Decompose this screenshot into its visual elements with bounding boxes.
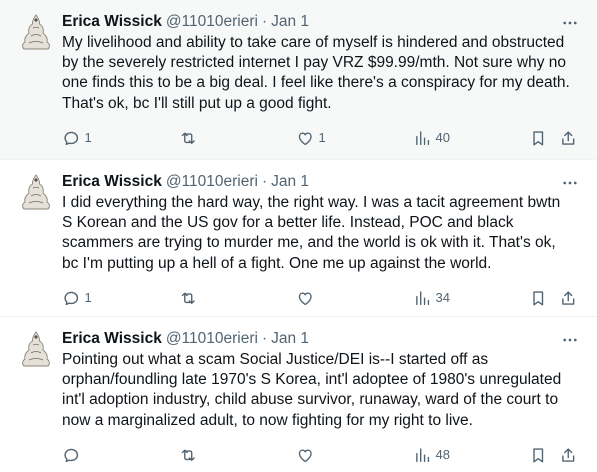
repost-button[interactable]	[179, 286, 202, 310]
tweet-text: My livelihood and ability to take care o…	[62, 34, 570, 112]
tweet-body: Erica Wissick @11010erieri · Jan 1 Point…	[62, 317, 597, 472]
author-name[interactable]: Erica Wissick	[62, 329, 162, 349]
tweet-date[interactable]: Jan 1	[271, 329, 309, 349]
share-button[interactable]	[559, 286, 578, 310]
views-bar-icon	[416, 447, 430, 462]
views-button[interactable]: 40	[413, 126, 450, 150]
tweet-actions: 1 34	[62, 286, 579, 310]
separator-dot: ·	[261, 173, 268, 190]
separator-dot: ·	[261, 13, 268, 30]
share-icon	[562, 447, 575, 462]
author-handle[interactable]: @11010erieri	[166, 329, 258, 349]
tweet-date[interactable]: Jan 1	[271, 12, 309, 32]
bookmark-icon	[533, 447, 544, 463]
tweet-body: Erica Wissick @11010erieri · Jan 1 My li…	[62, 0, 597, 159]
views-bar-icon	[416, 130, 430, 145]
bookmark-button[interactable]	[529, 126, 548, 150]
tweet-card[interactable]: Erica Wissick @11010erieri · Jan 1 I did…	[0, 160, 597, 317]
bookmark-button[interactable]	[529, 443, 548, 467]
tweet-text: I did everything the hard way, the right…	[62, 194, 561, 272]
tweet-body: Erica Wissick @11010erieri · Jan 1 I did…	[62, 160, 597, 316]
tweet-actions: 48	[62, 443, 579, 467]
bookmark-icon	[533, 130, 544, 146]
views-button[interactable]: 48	[413, 443, 450, 467]
reply-count: 1	[84, 290, 92, 306]
more-dots-icon[interactable]	[561, 331, 579, 349]
bookmark-button[interactable]	[529, 286, 548, 310]
tweet-feed: Erica Wissick @11010erieri · Jan 1 My li…	[0, 0, 597, 472]
repost-icon	[181, 449, 195, 461]
tweet-card[interactable]: Erica Wissick @11010erieri · Jan 1 My li…	[0, 0, 597, 160]
tweet-header: Erica Wissick @11010erieri · Jan 1	[62, 329, 579, 349]
author-name[interactable]: Erica Wissick	[62, 172, 162, 192]
like-button[interactable]	[296, 286, 319, 310]
like-button[interactable]	[296, 443, 319, 467]
avatar[interactable]	[18, 12, 54, 52]
heart-icon	[298, 132, 312, 145]
view-count: 34	[435, 290, 450, 306]
avatar[interactable]	[18, 172, 54, 212]
author-handle[interactable]: @11010erieri	[166, 172, 258, 192]
reply-icon	[64, 291, 79, 305]
tweet-header: Erica Wissick @11010erieri · Jan 1	[62, 12, 579, 32]
repost-button[interactable]	[179, 443, 202, 467]
author-name[interactable]: Erica Wissick	[62, 12, 162, 32]
more-dots-icon[interactable]	[561, 174, 579, 192]
tweet-header: Erica Wissick @11010erieri · Jan 1	[62, 172, 579, 192]
bookmark-icon	[533, 290, 544, 306]
repost-icon	[181, 132, 195, 144]
reply-button[interactable]	[62, 443, 85, 467]
reply-count: 1	[84, 130, 92, 146]
heart-icon	[298, 292, 312, 305]
like-count: 1	[318, 130, 326, 146]
repost-icon	[181, 292, 195, 304]
reply-button[interactable]: 1	[62, 126, 92, 150]
share-icon	[562, 290, 575, 305]
reply-icon	[64, 131, 79, 145]
share-icon	[562, 130, 575, 145]
author-handle[interactable]: @11010erieri	[166, 12, 258, 32]
view-count: 40	[435, 130, 450, 146]
repost-button[interactable]	[179, 126, 202, 150]
avatar-column	[0, 317, 62, 472]
view-count: 48	[435, 447, 450, 463]
reply-button[interactable]: 1	[62, 286, 92, 310]
avatar-column	[0, 0, 62, 159]
separator-dot: ·	[261, 330, 268, 347]
like-button[interactable]: 1	[296, 126, 326, 150]
avatar-column	[0, 160, 62, 316]
tweet-actions: 1 1 40	[62, 126, 579, 150]
tweet-card[interactable]: Erica Wissick @11010erieri · Jan 1 Point…	[0, 317, 597, 472]
views-bar-icon	[416, 290, 430, 305]
avatar[interactable]	[18, 329, 54, 369]
share-button[interactable]	[559, 443, 578, 467]
more-dots-icon[interactable]	[561, 14, 579, 32]
tweet-date[interactable]: Jan 1	[271, 172, 309, 192]
heart-icon	[298, 449, 312, 462]
views-button[interactable]: 34	[413, 286, 450, 310]
tweet-text: Pointing out what a scam Social Justice/…	[62, 351, 562, 429]
reply-icon	[64, 448, 79, 462]
share-button[interactable]	[559, 126, 578, 150]
